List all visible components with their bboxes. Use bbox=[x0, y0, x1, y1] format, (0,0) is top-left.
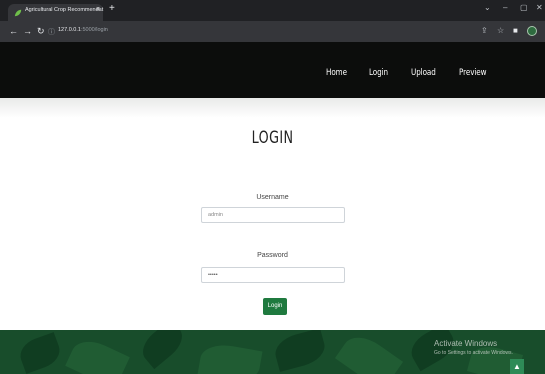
password-value: ••••• bbox=[208, 272, 218, 278]
watermark-line-2: Go to Settings to activate Windows. bbox=[434, 350, 513, 356]
leaf-pattern bbox=[16, 332, 64, 374]
site-navbar: Home Login Upload Preview bbox=[0, 42, 545, 98]
sidepanel-icon[interactable]: ■ bbox=[513, 26, 518, 35]
nav-preview-link[interactable]: Preview bbox=[459, 68, 487, 78]
username-label: Username bbox=[256, 194, 289, 201]
username-input[interactable]: admin bbox=[201, 207, 345, 223]
login-submit-button[interactable]: Login bbox=[263, 298, 287, 315]
url-field[interactable]: 127.0.0.1:5000/login bbox=[58, 27, 108, 33]
minimize-icon[interactable]: – bbox=[503, 3, 507, 12]
leaf-favicon-icon bbox=[14, 9, 22, 17]
activate-windows-watermark: Activate Windows Go to Settings to activ… bbox=[434, 339, 513, 356]
leaf-pattern bbox=[65, 334, 130, 374]
url-path: :5000/login bbox=[80, 27, 108, 33]
nav-upload-link[interactable]: Upload bbox=[411, 68, 436, 78]
address-bar-row: ← → ↻ ⓘ 127.0.0.1:5000/login ⇪ ☆ ■ bbox=[0, 21, 545, 42]
reload-icon[interactable]: ↻ bbox=[37, 26, 45, 37]
nav-home-link[interactable]: Home bbox=[326, 68, 347, 78]
back-to-top-button[interactable]: ▲ bbox=[510, 359, 524, 374]
leaf-pattern bbox=[271, 330, 329, 372]
leaf-pattern bbox=[197, 341, 263, 374]
chevron-up-icon: ▲ bbox=[513, 362, 521, 371]
browser-tabstrip: Agricultural Crop Recommendat × + ⌄ – ▢ … bbox=[0, 0, 545, 21]
page-title: LOGIN bbox=[251, 128, 294, 148]
tab-search-icon[interactable]: ⌄ bbox=[484, 3, 491, 12]
forward-arrow-icon[interactable]: → bbox=[23, 26, 32, 36]
info-icon[interactable]: ⓘ bbox=[48, 27, 55, 37]
share-icon[interactable]: ⇪ bbox=[481, 26, 488, 35]
nav-login-link[interactable]: Login bbox=[369, 68, 388, 78]
profile-avatar[interactable] bbox=[527, 26, 537, 36]
username-value: admin bbox=[208, 212, 223, 218]
watermark-line-1: Activate Windows bbox=[434, 339, 498, 348]
star-icon[interactable]: ☆ bbox=[497, 26, 504, 35]
browser-tab[interactable]: Agricultural Crop Recommendat × bbox=[8, 4, 103, 21]
leaf-pattern bbox=[136, 330, 189, 370]
new-tab-icon[interactable]: + bbox=[109, 3, 115, 14]
password-label: Password bbox=[257, 252, 288, 259]
tab-close-icon[interactable]: × bbox=[96, 6, 100, 13]
leaf-pattern bbox=[334, 330, 404, 374]
url-host: 127.0.0.1 bbox=[58, 27, 81, 33]
password-input[interactable]: ••••• bbox=[201, 267, 345, 283]
back-arrow-icon[interactable]: ← bbox=[9, 26, 18, 36]
tab-title: Agricultural Crop Recommendat bbox=[25, 7, 104, 13]
close-window-icon[interactable]: ✕ bbox=[536, 3, 543, 12]
restore-icon[interactable]: ▢ bbox=[520, 3, 528, 12]
header-shadow bbox=[0, 98, 545, 118]
